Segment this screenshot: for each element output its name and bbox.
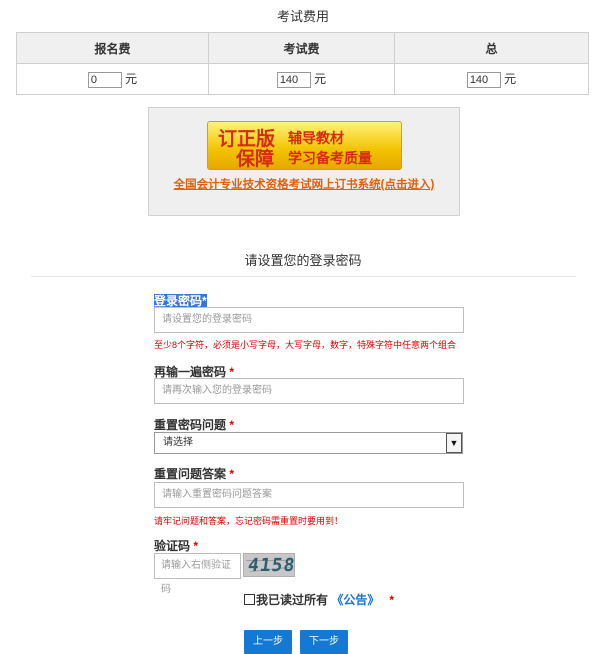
registration-fee-input[interactable] (87, 71, 122, 88)
security-answer-label-text: 重置问题答案 (154, 467, 227, 481)
answer-required-mark: * (229, 467, 235, 481)
fee-header-total: 总 (394, 32, 589, 64)
agree-row: 我已读过所有 《公告》 * (244, 591, 394, 608)
password-hint: 至少8个字符，必须是小写字母，大写字母，数字，特殊字符中任意两个组合 (154, 340, 457, 350)
section-divider (31, 276, 576, 277)
captcha-code: 4158 (246, 555, 295, 576)
confirm-password-label-text: 再输一遍密码 (154, 365, 227, 379)
captcha-required-mark: * (193, 539, 199, 553)
book-order-banner: 订正版 辅导教材 保障 学习备考质量 全国会计专业技术资格考试网上订书系统(点击… (148, 107, 460, 216)
fee-cell-total: 元 (394, 63, 589, 95)
confirm-password-input[interactable]: 请再次输入您的登录密码 (154, 378, 464, 404)
exam-fee-input[interactable] (276, 71, 311, 88)
banner-text-4: 学习备考质量 (288, 151, 372, 167)
fee-table: 报名费 考试费 总 元 元 元 (16, 32, 589, 95)
captcha-image[interactable]: 4158 (243, 553, 295, 577)
security-question-label: 重置密码问题 * (154, 416, 234, 433)
security-answer-input[interactable]: 请输入重置密码问题答案 (154, 482, 464, 508)
textbook-banner-image[interactable]: 订正版 辅导教材 保障 学习备考质量 (207, 121, 402, 170)
password-label-text: 登录密码 (154, 294, 203, 308)
security-question-label-text: 重置密码问题 (154, 418, 227, 432)
chevron-down-icon[interactable]: ▼ (446, 433, 462, 453)
next-step-button[interactable]: 下一步 (300, 630, 348, 654)
fee-cell-exam: 元 (208, 63, 395, 95)
confirm-required-mark: * (229, 365, 235, 379)
fee-header-registration: 报名费 (16, 32, 209, 64)
fee-unit: 元 (314, 72, 327, 87)
fee-header-exam: 考试费 (208, 32, 395, 64)
notice-link[interactable]: 《公告》 (331, 593, 379, 607)
prev-step-button[interactable]: 上一步 (244, 630, 292, 654)
fee-cell-registration: 元 (16, 63, 209, 95)
banner-text-2: 辅导教材 (288, 131, 344, 147)
agree-required-mark: * (389, 593, 395, 607)
fee-unit: 元 (504, 72, 517, 87)
captcha-label: 验证码 * (154, 537, 198, 554)
banner-text-3: 保障 (236, 148, 275, 170)
captcha-input[interactable]: 请输入右侧验证码 (154, 553, 241, 595)
agree-checkbox[interactable] (244, 594, 255, 605)
book-order-link[interactable]: 全国会计专业技术资格考试网上订书系统(点击进入) (149, 176, 459, 192)
captcha-label-text: 验证码 (154, 539, 191, 553)
security-question-select[interactable]: 请选择 ▼ (154, 432, 463, 454)
question-required-mark: * (229, 418, 235, 432)
security-answer-hint: 请牢记问题和答案，忘记密码需重置时要用到！ (154, 516, 344, 526)
password-input[interactable]: 请设置您的登录密码 (154, 307, 464, 333)
security-answer-label: 重置问题答案 * (154, 465, 234, 482)
security-question-selected: 请选择 (163, 437, 193, 448)
password-section-title: 请设置您的登录密码 (244, 253, 362, 268)
total-fee-input[interactable] (466, 71, 501, 88)
password-required-mark: * (202, 294, 207, 308)
agree-text: 我已读过所有 (256, 593, 329, 607)
fee-title: 考试费用 (276, 9, 329, 24)
fee-unit: 元 (125, 72, 138, 87)
